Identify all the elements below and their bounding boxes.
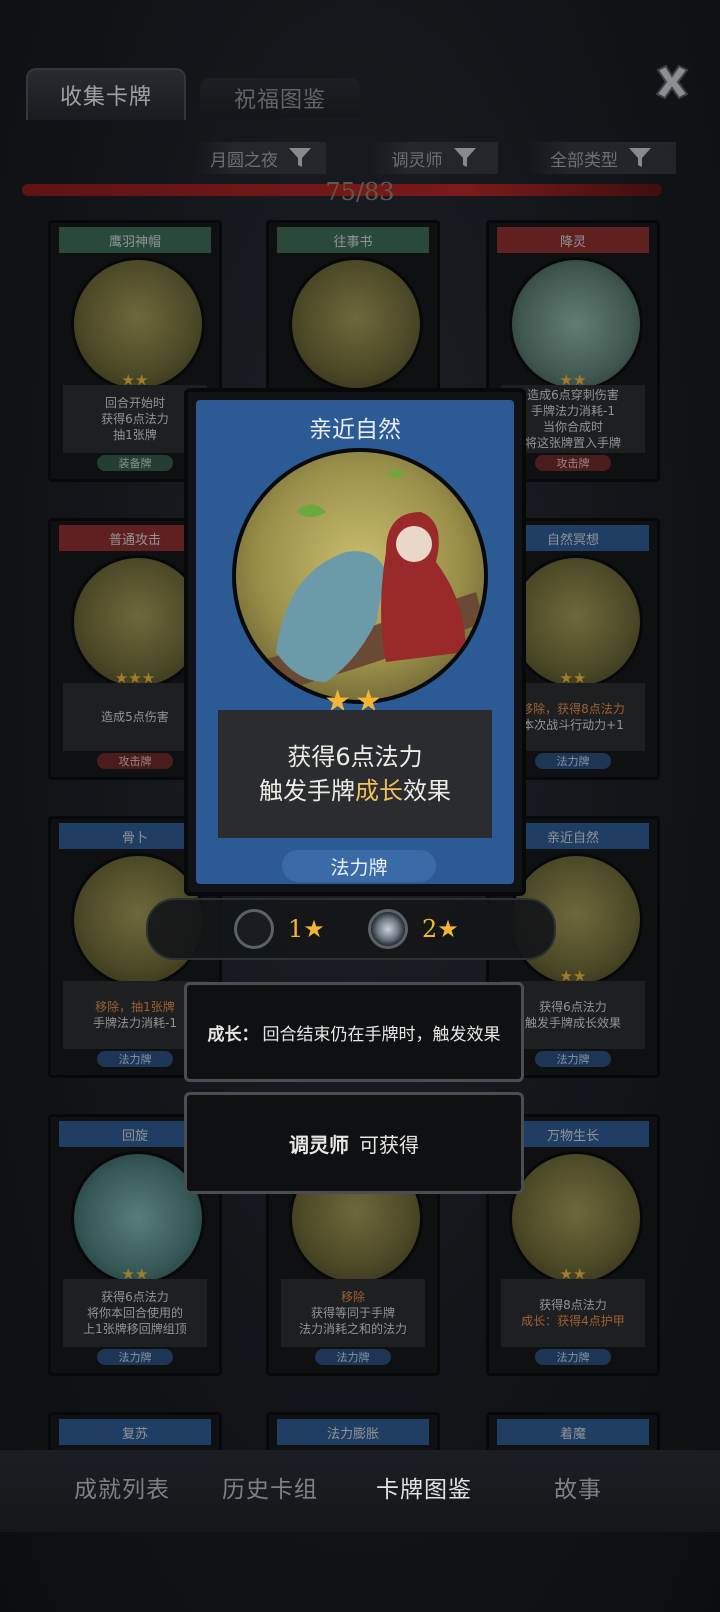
level-option-1[interactable]: 1 ★ [234, 909, 325, 949]
keyword-tooltip: 成长： 回合结束仍在手牌时，触发效果 [184, 982, 524, 1082]
obtain-text: 可获得 [359, 1132, 419, 1157]
wolf-and-girl-illustration [256, 470, 484, 692]
card-detail: 亲近自然 ★★ 获得6点法力 触发手牌成长效果 法力牌 [184, 388, 526, 896]
card-detail-description: 获得6点法力 触发手牌成长效果 [218, 710, 492, 838]
level-option-2[interactable]: 2 ★ [368, 909, 459, 949]
obtain-class: 调灵师 [289, 1132, 349, 1157]
card-level-selector: 1 ★ 2 ★ [146, 898, 556, 960]
nav-history-decks[interactable]: 历史卡组 [222, 1470, 318, 1504]
keyword-label: 成长： [207, 1024, 259, 1045]
card-detail-line2: 触发手牌成长效果 [259, 777, 451, 805]
level-moon-icon [368, 909, 408, 949]
nav-card-guide[interactable]: 卡牌图鉴 [376, 1470, 472, 1504]
nav-story[interactable]: 故事 [554, 1470, 602, 1504]
keyword-text: 回合结束仍在手牌时，触发效果 [262, 1024, 501, 1045]
card-detail-title: 亲近自然 [309, 417, 401, 443]
obtain-info: 调灵师 可获得 [184, 1092, 524, 1194]
level-circle-icon [234, 909, 274, 949]
nav-achievements[interactable]: 成就列表 [74, 1470, 170, 1504]
card-detail-art [232, 448, 488, 704]
card-frame: 亲近自然 ★★ 获得6点法力 触发手牌成长效果 法力牌 [196, 400, 514, 884]
card-detail-type: 法力牌 [282, 850, 436, 882]
card-detail-line1: 获得6点法力 [287, 743, 423, 771]
